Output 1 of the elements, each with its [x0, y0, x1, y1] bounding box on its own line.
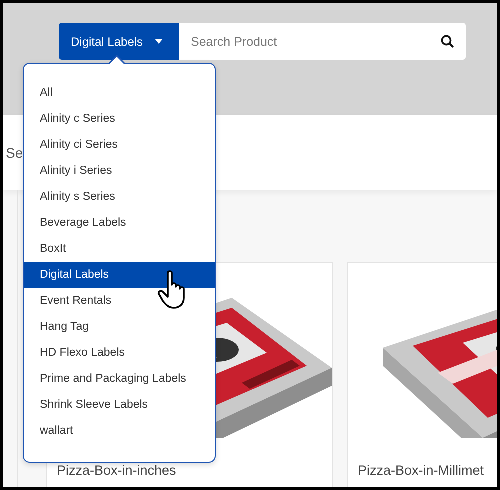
- section-heading: Se: [6, 144, 24, 160]
